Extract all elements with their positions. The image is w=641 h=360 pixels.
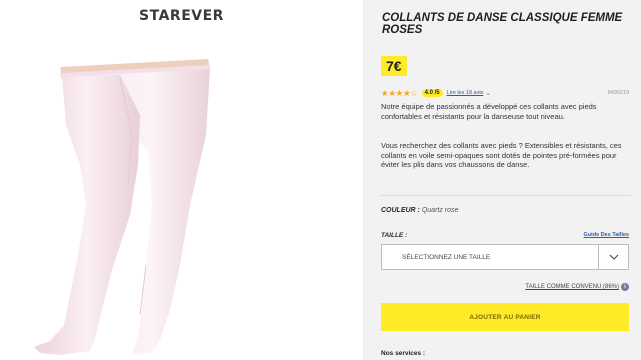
size-fit-row: TAILLE COMME CONVENU (86%) i xyxy=(381,283,629,291)
product-price: 7€ xyxy=(381,56,407,76)
size-guide-link[interactable]: Guide Des Tailles xyxy=(584,232,629,239)
rating-score-badge: 4.0 /5 xyxy=(421,89,443,97)
divider xyxy=(381,195,631,196)
size-row: TAILLE : Guide Des Tailles xyxy=(381,232,629,239)
chevron-down-icon[interactable]: ⌄ xyxy=(485,89,491,97)
product-title: COLLANTS DE DANSE CLASSIQUE FEMME ROSES xyxy=(382,12,623,36)
product-reference: 8490219 xyxy=(607,90,629,96)
color-label: COULEUR : xyxy=(381,207,420,214)
reviews-link[interactable]: Lire les 18 avis xyxy=(447,90,484,96)
services-heading: Nos services : xyxy=(381,350,426,357)
product-info-panel: COLLANTS DE DANSE CLASSIQUE FEMME ROSES … xyxy=(363,0,641,360)
rating-stars: ★★★★☆ xyxy=(381,87,418,98)
add-to-cart-button[interactable]: AJOUTER AU PANIER xyxy=(381,303,629,331)
size-select[interactable]: SÉLECTIONNEZ UNE TAILLE xyxy=(381,244,629,270)
info-icon[interactable]: i xyxy=(621,283,629,291)
size-label: TAILLE : xyxy=(381,232,408,239)
color-row: COULEUR : Quartz rose xyxy=(381,207,458,214)
chevron-down-icon[interactable] xyxy=(598,245,628,269)
size-select-placeholder: SÉLECTIONNEZ UNE TAILLE xyxy=(402,253,491,261)
product-image xyxy=(34,59,210,355)
size-fit-link[interactable]: TAILLE COMME CONVENU (86%) xyxy=(525,284,619,290)
rating-row: ★★★★☆ 4.0 /5 Lire les 18 avis ⌄ 8490219 xyxy=(381,87,629,99)
color-value: Quartz rose xyxy=(421,207,459,214)
product-description-2: Vous recherchez des collants avec pieds … xyxy=(381,141,622,170)
product-description-1: Notre équipe de passionnés a développé c… xyxy=(381,102,597,121)
product-image-panel: STAREVER xyxy=(0,0,363,360)
brand-name: STAREVER xyxy=(139,8,224,24)
